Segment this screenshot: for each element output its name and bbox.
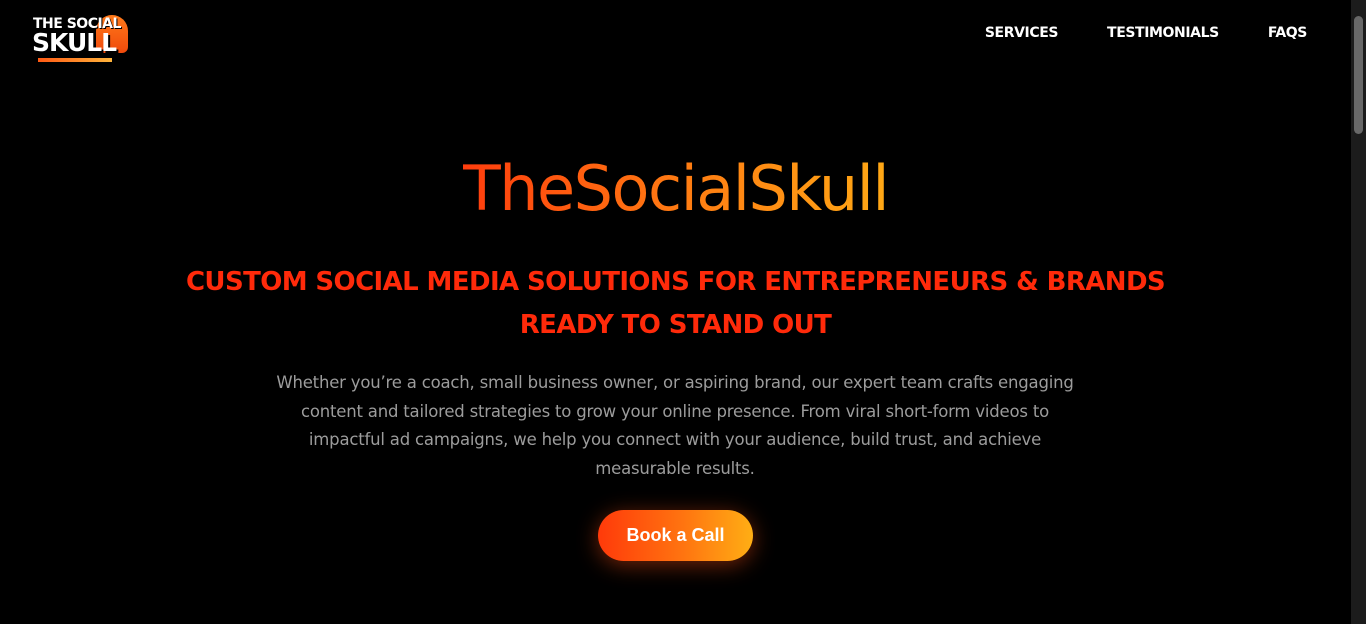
logo-underline [38,58,112,62]
logo-text-bottom: SKULL [32,28,117,57]
page: THE SOCIAL SKULL SERVICES TESTIMONIALS F… [0,0,1366,624]
hero-description: Whether you’re a coach, small business o… [276,373,1074,478]
vertical-scrollbar[interactable] [1351,0,1366,624]
hero-title: TheSocialSkull [0,152,1351,225]
nav-link-faqs[interactable]: FAQS [1268,25,1308,41]
hero-title-text: TheSocialSkull [462,152,890,225]
nav-link-services[interactable]: SERVICES [985,25,1059,41]
hero-subtitle: CUSTOM SOCIAL MEDIA SOLUTIONS FOR ENTREP… [0,261,1351,347]
main-nav: SERVICES TESTIMONIALS FAQS [985,25,1308,41]
site-header: THE SOCIAL SKULL SERVICES TESTIMONIALS F… [0,0,1351,66]
brand-logo[interactable]: THE SOCIAL SKULL [30,7,130,62]
book-a-call-button[interactable]: Book a Call [598,510,753,561]
hero-subtitle-line-2: READY TO STAND OUT [519,310,832,340]
hero-subtitle-line-1: CUSTOM SOCIAL MEDIA SOLUTIONS FOR ENTREP… [185,267,1166,297]
nav-link-testimonials[interactable]: TESTIMONIALS [1107,25,1219,41]
scrollbar-thumb[interactable] [1354,16,1363,134]
